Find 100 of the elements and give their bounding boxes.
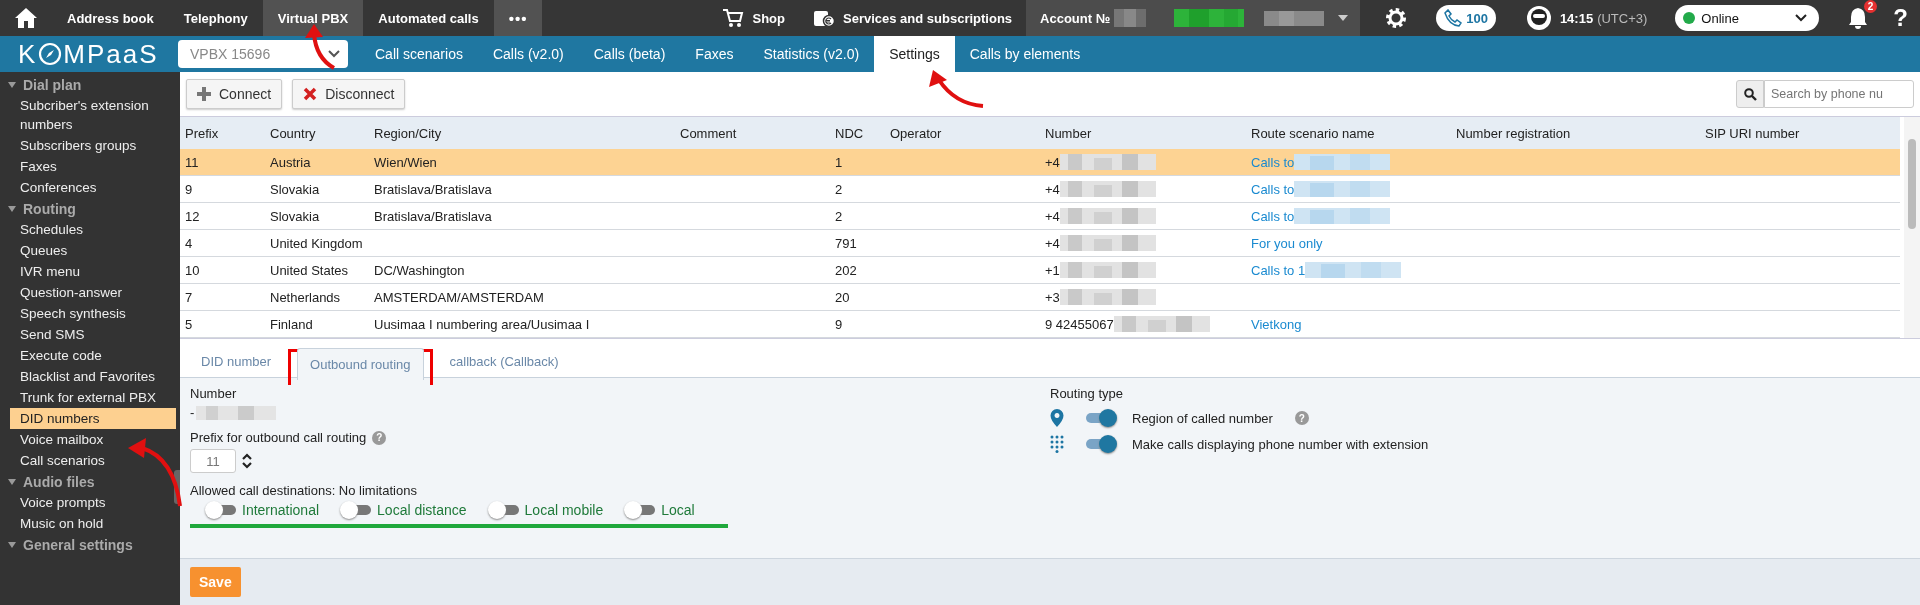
sidebar-item[interactable]: Voice prompts: [10, 492, 176, 513]
toggle-label: Local: [661, 502, 695, 518]
sidebar-item[interactable]: Blacklist and Favorites: [10, 366, 176, 387]
tab[interactable]: Calls (beta): [578, 36, 681, 72]
column-header[interactable]: NDC: [830, 117, 885, 149]
column-header[interactable]: Country: [265, 117, 369, 149]
sidebar-item[interactable]: IVR menu: [10, 261, 176, 282]
tab[interactable]: Call scenarios: [360, 36, 478, 72]
sidebar-item[interactable]: Send SMS: [10, 324, 176, 345]
services-link[interactable]: Services and subscriptions: [799, 8, 1027, 28]
nav-item[interactable]: Virtual PBX: [262, 0, 364, 36]
sidebar-item[interactable]: Trunk for external PBX: [10, 387, 176, 408]
tab[interactable]: Settings: [874, 36, 955, 72]
route-link[interactable]: Calls to: [1251, 208, 1295, 224]
calls-counter[interactable]: 100: [1436, 5, 1496, 31]
chevron-icon: [328, 50, 340, 58]
sidebar-item[interactable]: Schedules: [10, 219, 176, 240]
sidebar-item[interactable]: Conferences: [10, 177, 176, 198]
collapse-handle[interactable]: [174, 470, 180, 504]
settings-icon[interactable]: [1384, 6, 1409, 30]
connect-button[interactable]: Connect: [186, 79, 283, 109]
disconnect-button[interactable]: Disconnect: [292, 79, 406, 109]
search-field[interactable]: Search by phone nu: [1764, 80, 1914, 108]
scrollbar[interactable]: [1904, 117, 1920, 338]
triangle-icon: [8, 541, 16, 548]
help-button[interactable]: ?: [1893, 4, 1908, 32]
status-dot-icon: [1683, 12, 1696, 24]
avatar-icon[interactable]: [1525, 5, 1552, 31]
table-row[interactable]: 12 Slovakia Bratislava/Bratislava 2 +4 Calls to: [180, 202, 1900, 230]
nav-item[interactable]: Address book: [52, 0, 169, 36]
sidebar-group-header[interactable]: Dial plan: [0, 74, 82, 95]
pbx-select[interactable]: VPBX 15696: [178, 40, 348, 68]
keypad-icon: [1050, 435, 1064, 453]
more-button[interactable]: •••: [493, 0, 543, 36]
column-header[interactable]: Number registration: [1451, 117, 1700, 149]
sidebar-item[interactable]: Call scenarios: [10, 450, 176, 471]
table-row[interactable]: 7 Netherlands AMSTERDAM/AMSTERDAM 20 +3: [180, 283, 1900, 311]
sidebar-item[interactable]: Question-answer: [10, 282, 176, 303]
column-header[interactable]: Comment: [675, 117, 830, 149]
route-link[interactable]: Calls to: [1251, 181, 1295, 197]
table-cell: 12: [185, 208, 200, 224]
table-cell: +4: [1045, 208, 1060, 224]
table-cell: Bratislava/Bratislava: [374, 208, 492, 224]
tab[interactable]: callback (Callback): [436, 345, 572, 377]
tab[interactable]: Statistics (v2.0): [748, 36, 875, 72]
sidebar-item[interactable]: Queues: [10, 240, 176, 261]
field-label: Prefix for outbound call routing: [190, 430, 367, 445]
route-link[interactable]: Vietkong: [1251, 316, 1302, 332]
toggle-label: Region of called number: [1132, 410, 1273, 426]
sidebar-item[interactable]: Subscribers groups: [10, 135, 176, 156]
column-header[interactable]: Region/City: [369, 117, 675, 149]
column-header[interactable]: Operator: [885, 117, 1040, 149]
table-cell-text: Finland: [270, 316, 314, 332]
sidebar-item[interactable]: Speech synthesis: [10, 303, 176, 324]
column-header[interactable]: SIP URI number: [1700, 117, 1900, 149]
phone-icon: [1444, 9, 1463, 27]
sidebar-item[interactable]: Voice mailbox: [10, 429, 176, 450]
status-dropdown[interactable]: Online: [1675, 5, 1820, 31]
tab[interactable]: DID number: [188, 345, 285, 377]
table-cell: 2: [835, 181, 843, 197]
prefix-field[interactable]: 11: [190, 449, 236, 473]
route-link[interactable]: Calls to 1: [1251, 262, 1306, 278]
column-header[interactable]: Route scenario name: [1246, 117, 1451, 149]
field-label: Allowed call destinations: No limitations: [190, 483, 418, 498]
table-row[interactable]: 4 United Kingdom 791 +4 For you only: [180, 229, 1900, 257]
sidebar-item[interactable]: Faxes: [10, 156, 176, 177]
table-cell: AMSTERDAM/AMSTERDAM: [374, 289, 544, 305]
shop-link[interactable]: Shop: [708, 8, 799, 28]
sidebar-group-header[interactable]: Audio files: [0, 471, 95, 492]
tab[interactable]: Calls (v2.0): [477, 36, 579, 72]
column-header[interactable]: Prefix: [180, 117, 265, 149]
sidebar-group-header[interactable]: Routing: [0, 198, 76, 219]
table-cell: 9 42455067: [1045, 316, 1114, 332]
home-icon: [14, 7, 38, 29]
tab[interactable]: Outbound routing: [297, 348, 424, 380]
nav-item[interactable]: Telephony: [168, 0, 263, 36]
column-header[interactable]: Number: [1040, 117, 1246, 149]
tab[interactable]: Faxes: [680, 36, 749, 72]
account-dropdown[interactable]: Account №: [1026, 0, 1361, 36]
spinner-icon[interactable]: [242, 453, 252, 469]
table-row[interactable]: 5 Finland Uusimaa I numbering area/Uusimaa I 9 9 42455067 Vietkong: [180, 310, 1900, 338]
plus-icon: [197, 87, 211, 101]
table-cell-text: Netherlands: [270, 289, 342, 305]
search-button[interactable]: [1736, 80, 1764, 108]
table-row[interactable]: 10 United States DC/Washington 202 +1 Calls to 1: [180, 256, 1900, 284]
sidebar-item[interactable]: Music on hold: [10, 513, 176, 534]
sidebar-item[interactable]: Execute code: [10, 345, 176, 366]
table-row[interactable]: 9 Slovakia Bratislava/Bratislava 2 +4 Calls to: [180, 175, 1900, 203]
table-row[interactable]: 11 Austria Wien/Wien 1 +4 Calls to: [180, 149, 1900, 176]
bell-icon[interactable]: [1847, 6, 1870, 30]
tab[interactable]: Calls by elements: [954, 36, 1096, 72]
table-cell: +1: [1045, 262, 1060, 278]
close-icon: [303, 87, 318, 101]
nav-item[interactable]: Automated calls: [363, 0, 494, 36]
route-link[interactable]: For you only: [1251, 235, 1323, 251]
table-cell: 5: [185, 316, 193, 332]
timezone: (UTC+3): [1597, 10, 1648, 26]
sidebar-item[interactable]: DID numbers: [10, 408, 176, 429]
sidebar-item[interactable]: Subcriber's extension numbers: [10, 95, 176, 135]
sidebar-group-header[interactable]: General settings: [0, 534, 133, 555]
